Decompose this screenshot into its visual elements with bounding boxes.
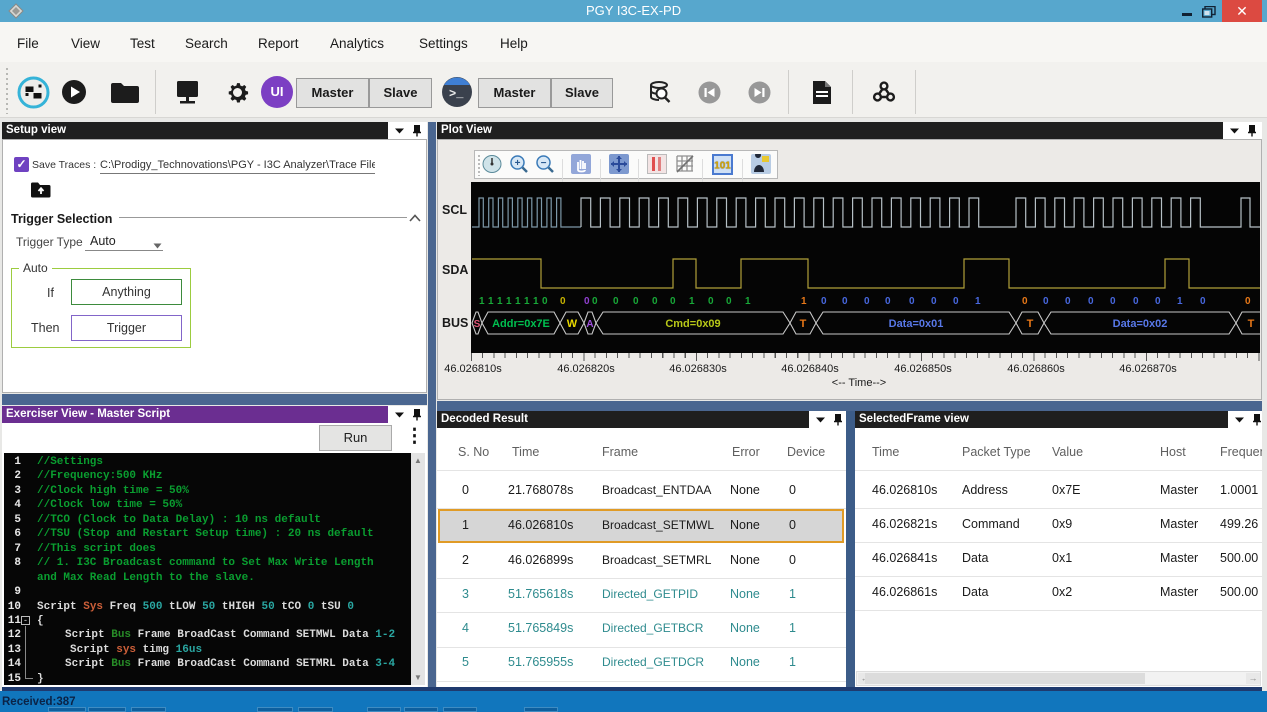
svg-text:A: A [586,319,593,330]
svg-text:0: 0 [652,296,658,307]
svg-text:>_: >_ [449,87,464,101]
svg-text:0: 0 [1245,296,1251,307]
svg-text:0: 0 [1200,296,1206,307]
svg-text:0: 0 [633,296,639,307]
svg-text:1: 1 [515,296,521,307]
svg-text:0: 0 [670,296,676,307]
svg-text:0: 0 [953,296,959,307]
svg-text:0: 0 [885,296,891,307]
svg-text:Data=0x02: Data=0x02 [1113,318,1168,330]
svg-text:0: 0 [1133,296,1139,307]
svg-text:0: 0 [708,296,714,307]
svg-text:0: 0 [1022,296,1028,307]
svg-text:0: 0 [1110,296,1116,307]
svg-text:0: 0 [1155,296,1161,307]
svg-text:W: W [567,318,578,330]
svg-text:1: 1 [479,296,485,307]
svg-text:1: 1 [533,296,539,307]
svg-text:1: 1 [975,296,981,307]
svg-text:0: 0 [613,296,619,307]
svg-text:1: 1 [506,296,512,307]
svg-text:T: T [1027,318,1034,330]
svg-text:Data=0x01: Data=0x01 [889,318,944,330]
svg-text:1: 1 [488,296,494,307]
svg-text:0: 0 [909,296,915,307]
svg-text:0: 0 [864,296,870,307]
svg-text:1: 1 [801,296,807,307]
svg-text:Cmd=0x09: Cmd=0x09 [665,318,720,330]
svg-text:0: 0 [1088,296,1094,307]
svg-text:0: 0 [1065,296,1071,307]
svg-text:1: 1 [1177,296,1183,307]
svg-text:0: 0 [560,296,566,307]
svg-text:T: T [800,318,807,330]
svg-text:0: 0 [726,296,732,307]
svg-text:0: 0 [592,296,598,307]
svg-text:0: 0 [821,296,827,307]
svg-text:1: 1 [689,296,695,307]
svg-text:S: S [474,319,481,330]
svg-text:0: 0 [1043,296,1049,307]
svg-text:0: 0 [542,296,548,307]
svg-text:−: − [541,158,547,169]
svg-text:0: 0 [931,296,937,307]
svg-text:0: 0 [842,296,848,307]
svg-text:1: 1 [524,296,530,307]
svg-text:Addr=0x7E: Addr=0x7E [492,318,550,330]
svg-text:T: T [1248,318,1255,330]
svg-text:101: 101 [714,161,731,172]
svg-text:0: 0 [584,296,590,307]
svg-text:1: 1 [745,296,751,307]
svg-text:+: + [515,158,521,169]
svg-text:1: 1 [497,296,503,307]
